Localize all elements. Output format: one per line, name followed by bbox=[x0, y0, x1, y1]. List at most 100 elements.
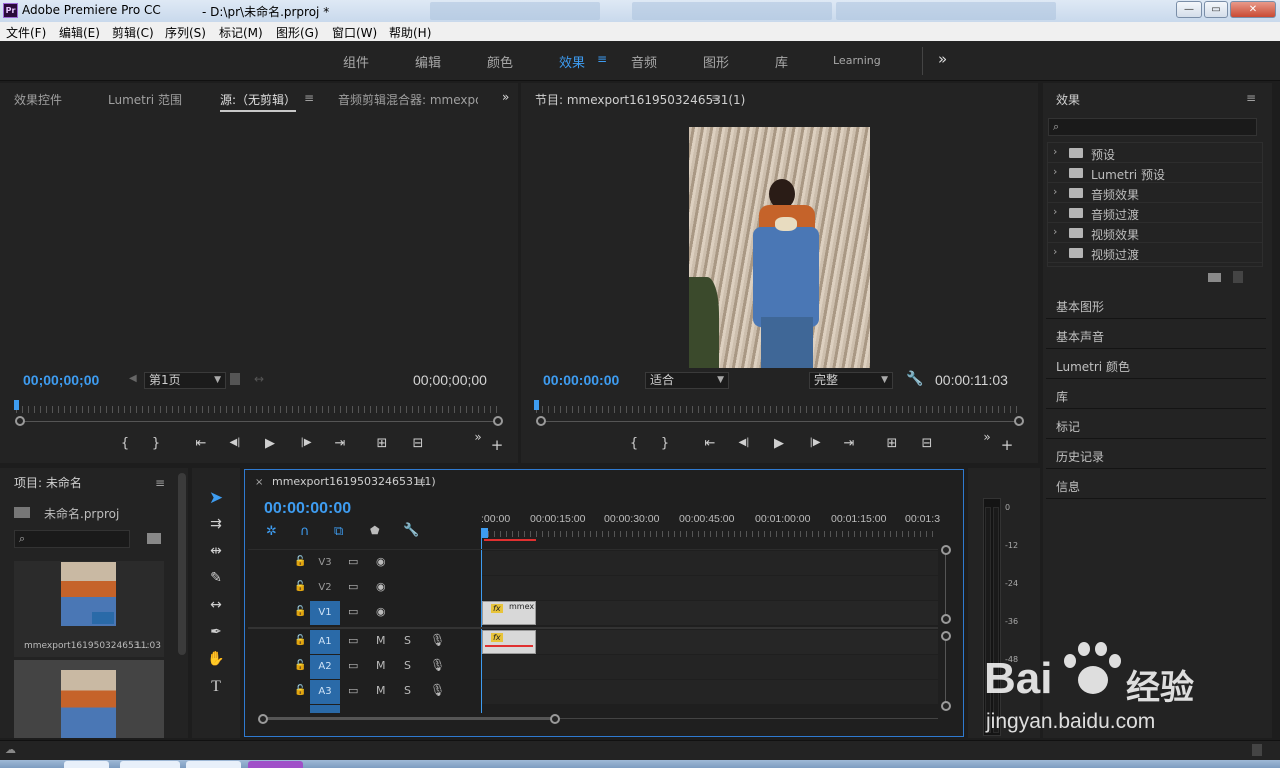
hand-tool-icon[interactable]: ✋ bbox=[204, 651, 228, 671]
tab-lumetri-scopes[interactable]: Lumetri 范围 bbox=[108, 91, 182, 108]
workspace-more-button[interactable]: » bbox=[938, 50, 947, 68]
workspace-libraries[interactable]: 库 bbox=[775, 52, 788, 71]
track-name[interactable]: V3 bbox=[310, 551, 340, 575]
video-scrollbar[interactable] bbox=[945, 550, 946, 620]
eye-icon[interactable]: ◉ bbox=[376, 580, 386, 593]
snap-icon[interactable]: ∩ bbox=[300, 524, 310, 539]
add-marker-icon[interactable]: ⬟ bbox=[370, 524, 380, 537]
audio-clip[interactable]: fx bbox=[482, 630, 536, 654]
add-button[interactable]: + bbox=[488, 436, 506, 454]
track-name[interactable]: A3 bbox=[310, 680, 340, 704]
prev-page-icon[interactable]: ◀ bbox=[129, 373, 137, 384]
eye-icon[interactable]: ◉ bbox=[376, 605, 386, 618]
quality-select[interactable]: 完整 ▼ bbox=[809, 372, 893, 389]
zoom-handle-right[interactable] bbox=[493, 416, 503, 426]
workspace-audio[interactable]: 音频 bbox=[631, 52, 657, 71]
step-forward-button[interactable]: |▶ bbox=[806, 437, 824, 448]
taskbar-button[interactable] bbox=[64, 761, 109, 768]
goto-in-button[interactable]: ⇤ bbox=[701, 436, 719, 451]
workspace-graphics[interactable]: 图形 bbox=[703, 52, 729, 71]
lock-icon[interactable]: 🔓 bbox=[294, 660, 306, 671]
workspace-learning[interactable]: Learning bbox=[833, 54, 881, 67]
sync-lock-icon[interactable]: ▭ bbox=[348, 555, 358, 568]
program-playhead[interactable] bbox=[534, 400, 539, 410]
track-name[interactable]: V1 bbox=[310, 601, 340, 625]
sync-lock-icon[interactable]: ▭ bbox=[348, 634, 358, 647]
sync-lock-icon[interactable]: ▭ bbox=[348, 659, 358, 672]
track-lane-a2[interactable] bbox=[482, 655, 938, 679]
audio-scrollbar[interactable] bbox=[945, 636, 946, 706]
more-controls-button[interactable]: » bbox=[469, 430, 487, 444]
menu-help[interactable]: 帮助(H) bbox=[389, 24, 431, 41]
goto-in-button[interactable]: ⇤ bbox=[192, 436, 210, 451]
project-clip-item[interactable] bbox=[14, 660, 164, 738]
track-lane-a3[interactable] bbox=[482, 680, 938, 704]
play-button[interactable]: ▶ bbox=[770, 436, 788, 451]
tab-source[interactable]: 源:（无剪辑） bbox=[220, 91, 297, 112]
program-timecode[interactable]: 00:00:00:00 bbox=[543, 372, 619, 388]
taskbar-button[interactable] bbox=[186, 761, 241, 768]
track-select-tool-icon[interactable]: ⇉ bbox=[204, 516, 228, 536]
eye-icon[interactable]: ◉ bbox=[376, 555, 386, 568]
menu-file[interactable]: 文件(F) bbox=[6, 24, 46, 41]
next-page-icon[interactable] bbox=[230, 373, 240, 385]
track-name[interactable]: A2 bbox=[310, 655, 340, 679]
scroll-handle[interactable] bbox=[941, 545, 951, 555]
program-menu-icon[interactable]: ≡ bbox=[711, 91, 721, 105]
solo-button[interactable]: S bbox=[404, 634, 411, 647]
track-lane-a1[interactable] bbox=[482, 630, 938, 654]
scroll-handle[interactable] bbox=[941, 631, 951, 641]
panel-info[interactable]: 信息 bbox=[1046, 470, 1266, 499]
mute-button[interactable]: M bbox=[376, 684, 386, 697]
workspace-menu-icon[interactable]: ≡ bbox=[597, 52, 607, 66]
wrench-icon[interactable]: 🔧 bbox=[906, 371, 923, 387]
extract-button[interactable]: ⊟ bbox=[918, 436, 936, 451]
zoom-handle-right[interactable] bbox=[1014, 416, 1024, 426]
program-zoom-bar[interactable] bbox=[541, 421, 1019, 422]
zoom-handle-right[interactable] bbox=[550, 714, 560, 724]
pen-tool-icon[interactable]: ✒ bbox=[204, 624, 228, 644]
solo-button[interactable]: S bbox=[404, 684, 411, 697]
workspace-assembly[interactable]: 组件 bbox=[343, 52, 369, 71]
source-zoom-bar[interactable] bbox=[20, 421, 498, 422]
source-ruler[interactable] bbox=[16, 406, 502, 413]
menu-window[interactable]: 窗口(W) bbox=[332, 24, 377, 41]
lock-icon[interactable]: 🔓 bbox=[294, 556, 306, 567]
nest-icon[interactable]: ✲ bbox=[266, 524, 277, 539]
effects-search-input[interactable]: ⌕ bbox=[1048, 118, 1257, 136]
find-bin-icon[interactable] bbox=[147, 533, 161, 544]
track-header-a3[interactable]: 🔓 A3 ▭ M S 🎙 bbox=[248, 680, 480, 704]
lock-icon[interactable]: 🔓 bbox=[294, 635, 306, 646]
workspace-effects[interactable]: 效果 bbox=[559, 52, 585, 71]
mark-out-button[interactable]: } bbox=[656, 436, 674, 451]
timeline-timecode[interactable]: 00:00:00:00 bbox=[264, 500, 351, 518]
workspace-editing[interactable]: 编辑 bbox=[415, 52, 441, 71]
work-area-bar[interactable] bbox=[484, 539, 536, 541]
panel-lumetri-color[interactable]: Lumetri 颜色 bbox=[1046, 350, 1266, 379]
track-lane-v3[interactable] bbox=[482, 551, 938, 575]
fit-icon[interactable]: ↔ bbox=[254, 372, 264, 386]
slip-tool-icon[interactable]: ↔ bbox=[204, 597, 228, 617]
project-title[interactable]: 项目: 未命名 bbox=[14, 474, 82, 491]
lift-button[interactable]: ⊞ bbox=[883, 436, 901, 451]
lock-icon[interactable]: 🔓 bbox=[294, 581, 306, 592]
mute-button[interactable]: M bbox=[376, 634, 386, 647]
track-name[interactable]: A1 bbox=[310, 630, 340, 654]
track-header-v3[interactable]: 🔓 V3 ▭ ◉ bbox=[248, 551, 480, 575]
effects-item-lumetri-presets[interactable]: › Lumetri 预设 bbox=[1048, 163, 1262, 183]
razor-tool-icon[interactable]: ✎ bbox=[204, 570, 228, 590]
scroll-handle[interactable] bbox=[941, 614, 951, 624]
track-name[interactable]: V2 bbox=[310, 576, 340, 600]
effects-item-audio-effects[interactable]: › 音频效果 bbox=[1048, 183, 1262, 203]
lock-icon[interactable]: 🔓 bbox=[294, 685, 306, 696]
tab-menu-icon[interactable]: ≡ bbox=[304, 91, 314, 105]
effects-menu-icon[interactable]: ≡ bbox=[1246, 91, 1256, 105]
program-ruler[interactable] bbox=[536, 406, 1022, 413]
goto-out-button[interactable]: ⇥ bbox=[331, 436, 349, 451]
linked-selection-icon[interactable]: ⧉ bbox=[334, 524, 343, 539]
ripple-edit-tool-icon[interactable]: ⇹ bbox=[204, 543, 228, 563]
restore-button[interactable]: ▭ bbox=[1204, 1, 1228, 18]
mark-in-button[interactable]: { bbox=[625, 436, 643, 451]
scroll-handle[interactable] bbox=[941, 701, 951, 711]
video-clip[interactable]: fx mmex bbox=[482, 601, 536, 625]
